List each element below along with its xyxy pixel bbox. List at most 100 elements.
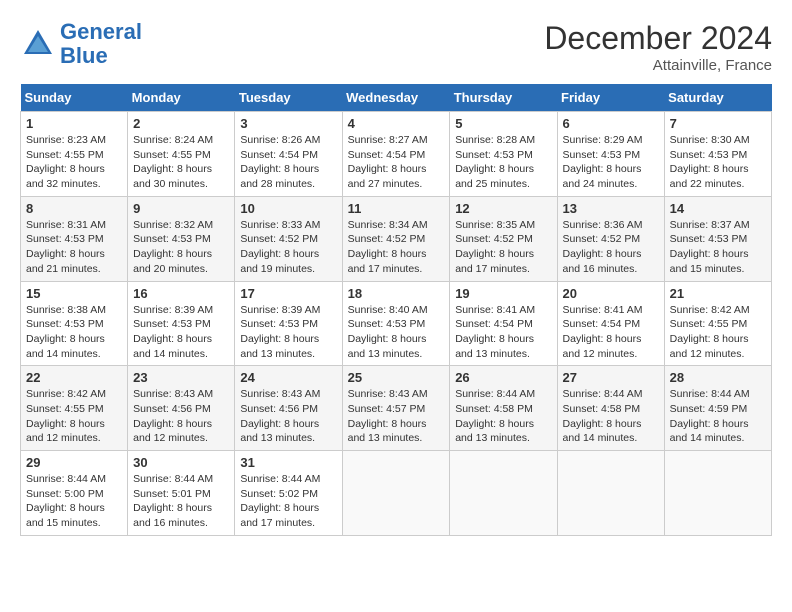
calendar-cell: 26Sunrise: 8:44 AMSunset: 4:58 PMDayligh… [450,366,557,451]
day-info: Sunrise: 8:43 AMSunset: 4:56 PMDaylight:… [240,387,336,446]
calendar-cell: 9 Sunrise: 8:32 AMSunset: 4:53 PMDaylight… [128,196,235,281]
calendar-cell: 21 Sunrise: 8:42 AMSunset: 4:55 PMDayligh… [664,281,771,366]
day-info: Sunrise: 8:41 AMSunset: 4:54 PMDaylight:… [455,303,551,362]
day-info: Sunrise: 8:44 AMSunset: 4:59 PMDaylight:… [670,387,766,446]
calendar-cell: 12Sunrise: 8:35 AMSunset: 4:52 PMDayligh… [450,196,557,281]
day-info: Sunrise: 8:24 AMSunset: 4:55 PMDaylight:… [133,133,229,192]
day-number: 27 [563,370,659,385]
day-info: Sunrise: 8:40 AMSunset: 4:53 PMDaylight:… [348,303,445,362]
weekday-header-monday: Monday [128,84,235,112]
calendar-cell: 15 Sunrise: 8:38 AMSunset: 4:53 PMDayligh… [21,281,128,366]
calendar-week-4: 22 Sunrise: 8:42 AMSunset: 4:55 PMDayligh… [21,366,772,451]
day-number: 15 [26,286,122,301]
day-info: Sunrise: 8:44 AMSunset: 4:58 PMDaylight:… [563,387,659,446]
calendar-cell: 2Sunrise: 8:24 AMSunset: 4:55 PMDaylight… [128,112,235,197]
calendar-table: SundayMondayTuesdayWednesdayThursdayFrid… [20,84,772,536]
day-number: 6 [563,116,659,131]
day-info: Sunrise: 8:34 AMSunset: 4:52 PMDaylight:… [348,218,445,277]
day-number: 20 [563,286,659,301]
day-info: Sunrise: 8:30 AMSunset: 4:53 PMDaylight:… [670,133,766,192]
logo-text: GeneralBlue [60,20,142,68]
day-number: 1 [26,116,122,131]
day-number: 10 [240,201,336,216]
day-info: Sunrise: 8:44 AMSunset: 5:01 PMDaylight:… [133,472,229,531]
day-number: 31 [240,455,336,470]
day-number: 5 [455,116,551,131]
calendar-cell: 29 Sunrise: 8:44 AMSunset: 5:00 PMDayligh… [21,451,128,536]
day-number: 3 [240,116,336,131]
day-info: Sunrise: 8:43 AMSunset: 4:57 PMDaylight:… [348,387,445,446]
day-number: 28 [670,370,766,385]
day-info: Sunrise: 8:32 AMSunset: 4:53 PMDaylight:… [133,218,229,277]
day-number: 22 [26,370,122,385]
day-number: 8 [26,201,122,216]
weekday-header-tuesday: Tuesday [235,84,342,112]
calendar-cell: 13 Sunrise: 8:36 AMSunset: 4:52 PMDayligh… [557,196,664,281]
day-info: Sunrise: 8:39 AMSunset: 4:53 PMDaylight:… [133,303,229,362]
calendar-cell [450,451,557,536]
day-number: 29 [26,455,122,470]
calendar-cell: 18 Sunrise: 8:40 AMSunset: 4:53 PMDayligh… [342,281,450,366]
day-number: 13 [563,201,659,216]
calendar-cell: 4 Sunrise: 8:27 AMSunset: 4:54 PMDaylight… [342,112,450,197]
day-info: Sunrise: 8:36 AMSunset: 4:52 PMDaylight:… [563,218,659,277]
day-info: Sunrise: 8:31 AMSunset: 4:53 PMDaylight:… [26,218,122,277]
day-info: Sunrise: 8:42 AMSunset: 4:55 PMDaylight:… [26,387,122,446]
day-info: Sunrise: 8:26 AMSunset: 4:54 PMDaylight:… [240,133,336,192]
day-info: Sunrise: 8:37 AMSunset: 4:53 PMDaylight:… [670,218,766,277]
day-number: 21 [670,286,766,301]
calendar-cell [664,451,771,536]
calendar-cell [557,451,664,536]
page-header: GeneralBlue December 2024 Attainville, F… [20,20,772,74]
calendar-cell: 11 Sunrise: 8:34 AMSunset: 4:52 PMDayligh… [342,196,450,281]
day-info: Sunrise: 8:27 AMSunset: 4:54 PMDaylight:… [348,133,445,192]
calendar-cell: 28 Sunrise: 8:44 AMSunset: 4:59 PMDayligh… [664,366,771,451]
day-info: Sunrise: 8:43 AMSunset: 4:56 PMDaylight:… [133,387,229,446]
day-info: Sunrise: 8:38 AMSunset: 4:53 PMDaylight:… [26,303,122,362]
day-info: Sunrise: 8:33 AMSunset: 4:52 PMDaylight:… [240,218,336,277]
calendar-cell: 6 Sunrise: 8:29 AMSunset: 4:53 PMDaylight… [557,112,664,197]
calendar-cell: 20Sunrise: 8:41 AMSunset: 4:54 PMDayligh… [557,281,664,366]
calendar-cell: 8 Sunrise: 8:31 AMSunset: 4:53 PMDaylight… [21,196,128,281]
day-number: 18 [348,286,445,301]
day-number: 30 [133,455,229,470]
calendar-cell: 23 Sunrise: 8:43 AMSunset: 4:56 PMDayligh… [128,366,235,451]
day-number: 11 [348,201,445,216]
day-number: 12 [455,201,551,216]
calendar-cell: 5Sunrise: 8:28 AMSunset: 4:53 PMDaylight… [450,112,557,197]
calendar-week-5: 29 Sunrise: 8:44 AMSunset: 5:00 PMDayligh… [21,451,772,536]
day-number: 17 [240,286,336,301]
calendar-cell: 24 Sunrise: 8:43 AMSunset: 4:56 PMDayligh… [235,366,342,451]
day-info: Sunrise: 8:44 AMSunset: 5:00 PMDaylight:… [26,472,122,531]
logo: GeneralBlue [20,20,142,68]
day-info: Sunrise: 8:44 AMSunset: 5:02 PMDaylight:… [240,472,336,531]
calendar-week-2: 8 Sunrise: 8:31 AMSunset: 4:53 PMDaylight… [21,196,772,281]
day-number: 4 [348,116,445,131]
calendar-week-1: 1 Sunrise: 8:23 AMSunset: 4:55 PMDaylight… [21,112,772,197]
day-number: 24 [240,370,336,385]
weekday-header-saturday: Saturday [664,84,771,112]
calendar-cell [342,451,450,536]
calendar-cell: 7Sunrise: 8:30 AMSunset: 4:53 PMDaylight… [664,112,771,197]
calendar-cell: 3 Sunrise: 8:26 AMSunset: 4:54 PMDaylight… [235,112,342,197]
calendar-cell: 10 Sunrise: 8:33 AMSunset: 4:52 PMDayligh… [235,196,342,281]
day-number: 25 [348,370,445,385]
title-block: December 2024 Attainville, France [544,20,772,74]
weekday-header-wednesday: Wednesday [342,84,450,112]
calendar-cell: 19 Sunrise: 8:41 AMSunset: 4:54 PMDayligh… [450,281,557,366]
day-info: Sunrise: 8:42 AMSunset: 4:55 PMDaylight:… [670,303,766,362]
location: Attainville, France [544,57,772,74]
day-number: 19 [455,286,551,301]
weekday-header-row: SundayMondayTuesdayWednesdayThursdayFrid… [21,84,772,112]
day-number: 9 [133,201,229,216]
day-number: 16 [133,286,229,301]
calendar-cell: 1 Sunrise: 8:23 AMSunset: 4:55 PMDaylight… [21,112,128,197]
day-info: Sunrise: 8:29 AMSunset: 4:53 PMDaylight:… [563,133,659,192]
calendar-cell: 31 Sunrise: 8:44 AMSunset: 5:02 PMDayligh… [235,451,342,536]
calendar-cell: 30 Sunrise: 8:44 AMSunset: 5:01 PMDayligh… [128,451,235,536]
day-number: 23 [133,370,229,385]
day-number: 26 [455,370,551,385]
weekday-header-friday: Friday [557,84,664,112]
day-info: Sunrise: 8:23 AMSunset: 4:55 PMDaylight:… [26,133,122,192]
calendar-cell: 27 Sunrise: 8:44 AMSunset: 4:58 PMDayligh… [557,366,664,451]
